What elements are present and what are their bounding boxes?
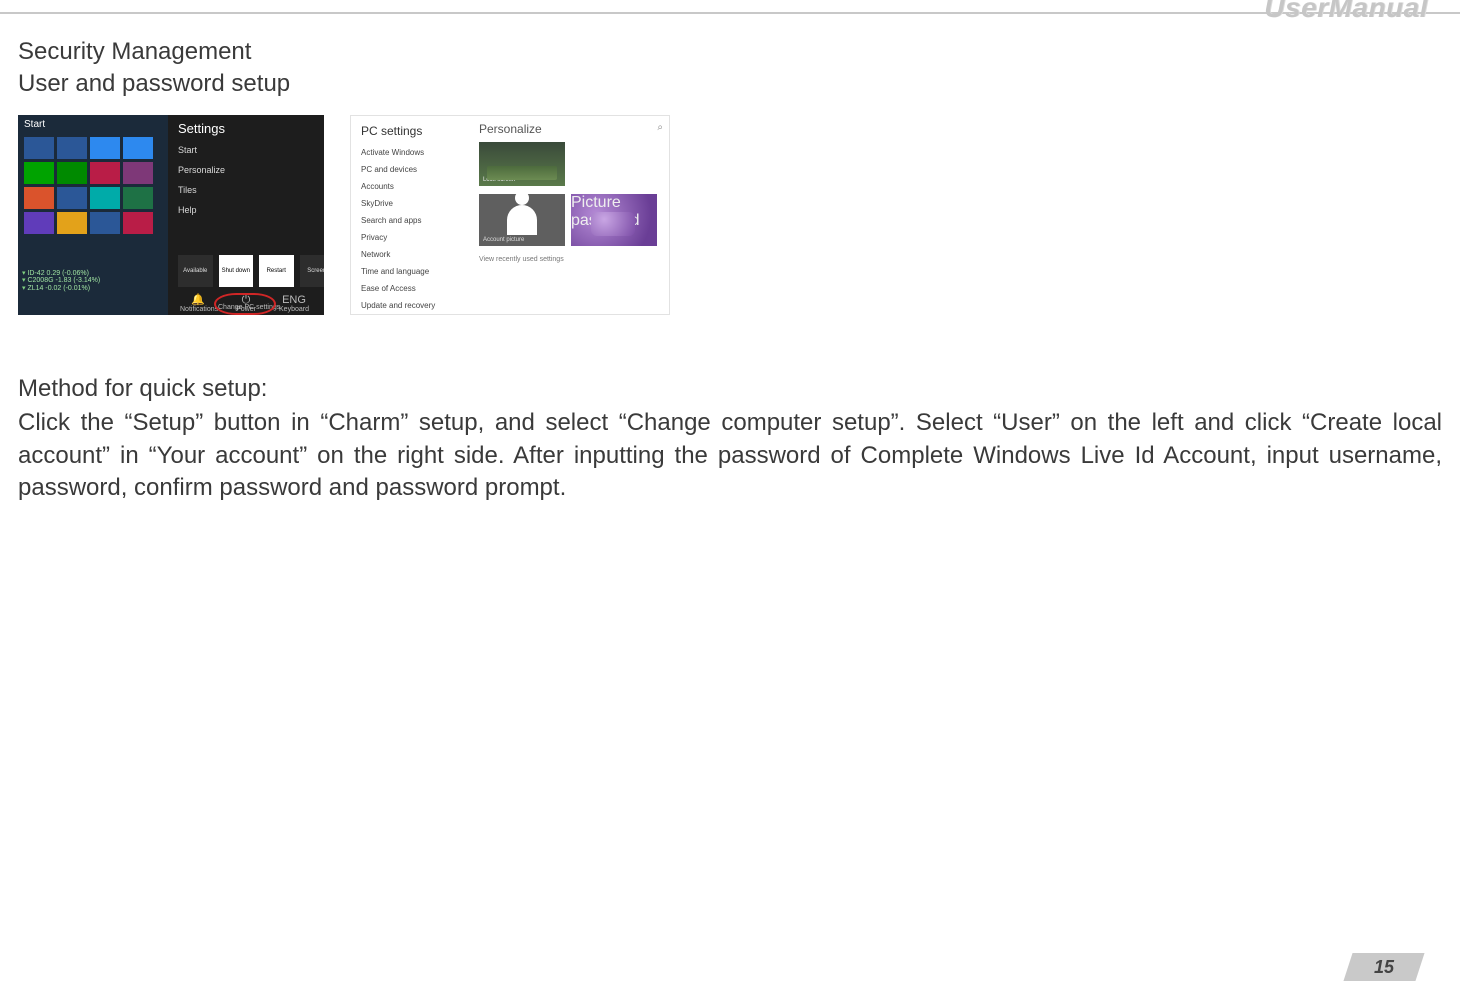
pc-settings-nav: PC settings Activate WindowsPC and devic…: [351, 116, 472, 314]
power-option-button[interactable]: Available: [178, 255, 213, 287]
start-tile[interactable]: [90, 212, 120, 234]
start-screen: Start ID-42 0.29 (-0.06%)C2008G -1.83 (-…: [18, 115, 168, 315]
personalize-pane: ⌕ Personalize Lock screen Account pictur…: [471, 116, 669, 314]
account-picture-thumb[interactable]: Account picture: [479, 194, 565, 246]
lockscreen-thumb[interactable]: Lock screen: [479, 142, 565, 186]
charms-bottom-icon[interactable]: ENGKeyboard: [276, 295, 312, 313]
notifications-icon: 🔔: [180, 295, 216, 306]
start-label: Start: [24, 119, 45, 130]
stock-ticker-list: ID-42 0.29 (-0.06%)C2008G -1.83 (-3.14%)…: [22, 270, 100, 293]
pc-settings-nav-item[interactable]: Time and language: [351, 263, 471, 280]
search-icon[interactable]: ⌕: [657, 122, 663, 133]
pc-settings-nav-item[interactable]: Accounts: [351, 178, 471, 195]
icon-label: Notifications: [180, 306, 218, 313]
person-icon: [507, 205, 537, 235]
pc-settings-nav-item[interactable]: Network: [351, 246, 471, 263]
ticker-row: C2008G -1.83 (-3.14%): [22, 277, 100, 285]
personalize-title: Personalize: [479, 122, 661, 136]
pc-settings-nav-item[interactable]: Activate Windows: [351, 144, 471, 161]
pc-settings-nav-item[interactable]: Ease of Access: [351, 280, 471, 297]
start-tile[interactable]: [123, 162, 153, 184]
power-option-button[interactable]: Screen: [300, 255, 325, 287]
start-tile[interactable]: [90, 187, 120, 209]
start-tile[interactable]: [57, 137, 87, 159]
section-title: Security Management: [18, 36, 1442, 68]
lockscreen-caption: Lock screen: [483, 177, 515, 183]
start-tile[interactable]: [90, 162, 120, 184]
start-tile[interactable]: [123, 212, 153, 234]
charms-panel-item[interactable]: Help: [168, 200, 324, 220]
ticker-row: ID-42 0.29 (-0.06%): [22, 270, 100, 278]
method-paragraph: Click the “Setup” button in “Charm” setu…: [18, 407, 1442, 504]
page-number-badge: 15: [1348, 953, 1420, 981]
screenshots-row: Start ID-42 0.29 (-0.06%)C2008G -1.83 (-…: [18, 115, 1442, 315]
charms-panel-item[interactable]: Tiles: [168, 180, 324, 200]
power-option-button[interactable]: Shut down: [219, 255, 254, 287]
picture-password-thumb[interactable]: Picture password: [571, 194, 657, 246]
account-picture-caption: Account picture: [483, 237, 524, 243]
start-tile[interactable]: [24, 187, 54, 209]
pc-settings-nav-item[interactable]: Update and recovery: [351, 297, 471, 314]
picture-password-caption: Picture password: [571, 194, 657, 230]
charms-bottom-icon[interactable]: 🔔Notifications: [180, 295, 216, 313]
start-tile[interactable]: [24, 162, 54, 184]
start-tile[interactable]: [57, 162, 87, 184]
keyboard-icon: ENG: [276, 295, 312, 306]
pc-settings-title: PC settings: [351, 116, 471, 144]
section-subtitle: User and password setup: [18, 68, 1442, 100]
lockscreen-row: Lock screen: [479, 142, 661, 186]
start-tile[interactable]: [90, 137, 120, 159]
start-tile[interactable]: [123, 187, 153, 209]
pc-settings-nav-item[interactable]: SkyDrive: [351, 195, 471, 212]
start-tile[interactable]: [24, 212, 54, 234]
method-heading: Method for quick setup:: [18, 373, 1442, 405]
power-buttons-row: AvailableShut downRestartScreen: [168, 255, 324, 287]
charms-panel-title: Settings: [168, 115, 324, 140]
pc-settings-nav-item[interactable]: Search and apps: [351, 212, 471, 229]
ticker-row: ZL14 -0.02 (-0.01%): [22, 285, 100, 293]
recent-settings-link[interactable]: View recently used settings: [479, 256, 661, 263]
screenshot-pc-settings: PC settings Activate WindowsPC and devic…: [350, 115, 670, 315]
charms-panel-list: StartPersonalizeTilesHelp: [168, 140, 324, 220]
charms-panel-item[interactable]: Start: [168, 140, 324, 160]
change-pc-settings-link[interactable]: Change PC settings: [218, 304, 280, 311]
pc-settings-nav-list: Activate WindowsPC and devicesAccountsSk…: [351, 144, 471, 314]
start-tile[interactable]: [24, 137, 54, 159]
header-rule: [0, 12, 1460, 14]
icon-label: Keyboard: [279, 306, 309, 313]
account-picture-row: Account picture Picture password: [479, 194, 661, 246]
page: UserManual Security Management User and …: [0, 0, 1460, 993]
pc-settings-nav-item[interactable]: Privacy: [351, 229, 471, 246]
charms-panel-item[interactable]: Personalize: [168, 160, 324, 180]
power-option-button[interactable]: Restart: [259, 255, 294, 287]
screenshot-charms-settings: Start ID-42 0.29 (-0.06%)C2008G -1.83 (-…: [18, 115, 324, 315]
start-tile[interactable]: [123, 137, 153, 159]
header-brand-text: UserManual: [1264, 0, 1428, 24]
start-tile[interactable]: [57, 187, 87, 209]
pc-settings-nav-item[interactable]: PC and devices: [351, 161, 471, 178]
content-area: Security Management User and password se…: [18, 36, 1442, 504]
start-tile[interactable]: [57, 212, 87, 234]
page-number: 15: [1374, 957, 1394, 978]
body-text-block: Method for quick setup: Click the “Setup…: [18, 373, 1442, 505]
